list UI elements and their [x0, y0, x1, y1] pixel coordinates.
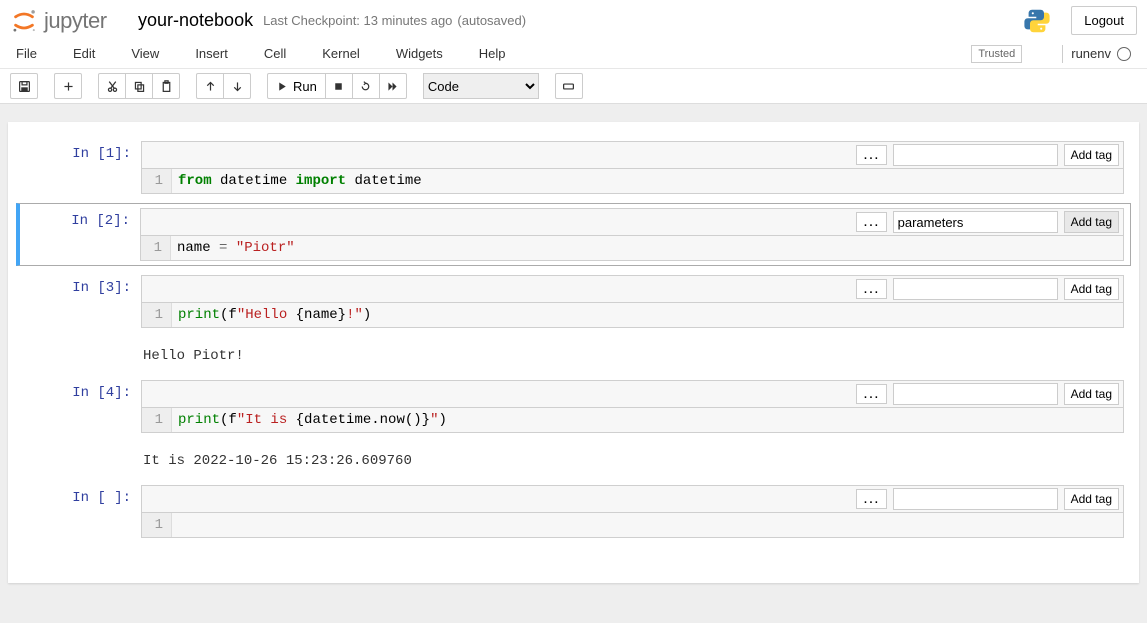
tag-options-button[interactable]: ...: [856, 489, 886, 509]
tag-options-button[interactable]: ...: [856, 212, 886, 232]
tag-input[interactable]: [893, 383, 1058, 405]
kernel-idle-indicator[interactable]: [1117, 47, 1131, 61]
tag-row: ... Add tag: [141, 141, 1124, 169]
menu-cell[interactable]: Cell: [258, 41, 302, 66]
checkpoint-status: Last Checkpoint: 13 minutes ago: [263, 13, 452, 28]
tag-options-button[interactable]: ...: [856, 145, 886, 165]
tag-input[interactable]: [893, 278, 1058, 300]
header: jupyter your-notebook Last Checkpoint: 1…: [0, 0, 1147, 39]
add-tag-button[interactable]: Add tag: [1064, 488, 1119, 510]
tag-options-button[interactable]: ...: [856, 279, 886, 299]
tag-row: ... Add tag: [141, 275, 1124, 303]
notebook-name[interactable]: your-notebook: [138, 10, 253, 31]
jupyter-logo[interactable]: jupyter: [10, 7, 130, 35]
kernel-name[interactable]: runenv: [1071, 46, 1111, 61]
toolbar: Run CodeMarkdownRaw NBConvertHeading: [0, 69, 1147, 104]
line-gutter: 1: [142, 513, 172, 537]
add-tag-button[interactable]: Add tag: [1064, 144, 1119, 166]
logout-button[interactable]: Logout: [1071, 6, 1137, 35]
output-area: Hello Piotr!: [16, 337, 1131, 371]
tag-input[interactable]: [893, 144, 1058, 166]
menu-widgets[interactable]: Widgets: [390, 41, 459, 66]
notebook-container: In [1]:...Add tag1from datetime import d…: [0, 104, 1147, 623]
menu-help[interactable]: Help: [473, 41, 522, 66]
notebook: In [1]:...Add tag1from datetime import d…: [8, 122, 1139, 583]
input-prompt: In [ ]:: [21, 485, 141, 538]
input-prompt: In [3]:: [21, 275, 141, 328]
line-gutter: 1: [141, 236, 171, 260]
input-prompt: In [4]:: [21, 380, 141, 433]
input-prompt: In [2]:: [20, 208, 140, 261]
save-button[interactable]: [10, 73, 38, 99]
menu-view[interactable]: View: [125, 41, 175, 66]
restart-button[interactable]: [352, 73, 380, 99]
menu-insert[interactable]: Insert: [189, 41, 244, 66]
cut-button[interactable]: [98, 73, 126, 99]
line-gutter: 1: [142, 408, 172, 432]
menubar: FileEditViewInsertCellKernelWidgetsHelp …: [0, 39, 1147, 69]
input-prompt: In [1]:: [21, 141, 141, 194]
tag-row: ... Add tag: [141, 485, 1124, 513]
move-down-button[interactable]: [223, 73, 251, 99]
interrupt-button[interactable]: [325, 73, 353, 99]
code-line[interactable]: print(f"Hello {name}!"): [172, 303, 1123, 327]
line-gutter: 1: [142, 169, 172, 193]
tag-input[interactable]: [893, 211, 1058, 233]
autosaved-status: (autosaved): [457, 13, 526, 28]
code-cell[interactable]: In [3]:... Add tag 1print(f"Hello {name}!"…: [16, 270, 1131, 333]
menu-edit[interactable]: Edit: [67, 41, 111, 66]
code-cell[interactable]: In [ ]:... Add tag 1: [16, 480, 1131, 543]
code-line[interactable]: name = "Piotr": [171, 236, 1123, 260]
output-text: Hello Piotr!: [141, 342, 1124, 366]
code-cell[interactable]: In [2]:... Add tag 1name = "Piotr": [16, 203, 1131, 266]
output-area: It is 2022-10-26 15:23:26.609760: [16, 442, 1131, 476]
add-tag-button[interactable]: Add tag: [1064, 383, 1119, 405]
code-input[interactable]: 1name = "Piotr": [140, 236, 1124, 261]
python-logo-icon: [1023, 7, 1051, 35]
add-tag-button[interactable]: Add tag: [1064, 278, 1119, 300]
tag-row: ... Add tag: [140, 208, 1124, 236]
move-up-button[interactable]: [196, 73, 224, 99]
tag-input[interactable]: [893, 488, 1058, 510]
code-input[interactable]: 1print(f"It is {datetime.now()}"): [141, 408, 1124, 433]
add-tag-button[interactable]: Add tag: [1064, 211, 1119, 233]
code-line[interactable]: from datetime import datetime: [172, 169, 1123, 193]
cell-type-select[interactable]: CodeMarkdownRaw NBConvertHeading: [423, 73, 539, 99]
code-line[interactable]: print(f"It is {datetime.now()}"): [172, 408, 1123, 432]
jupyter-logo-icon: [10, 7, 38, 35]
code-cell[interactable]: In [1]:... Add tag 1from datetime import d…: [16, 136, 1131, 199]
line-gutter: 1: [142, 303, 172, 327]
code-input[interactable]: 1print(f"Hello {name}!"): [141, 303, 1124, 328]
tag-options-button[interactable]: ...: [856, 384, 886, 404]
menu-kernel[interactable]: Kernel: [316, 41, 376, 66]
paste-button[interactable]: [152, 73, 180, 99]
output-text: It is 2022-10-26 15:23:26.609760: [141, 447, 1124, 471]
code-cell[interactable]: In [4]:... Add tag 1print(f"It is {datetim…: [16, 375, 1131, 438]
trusted-indicator[interactable]: Trusted: [971, 45, 1022, 63]
kernel-separator: [1062, 45, 1063, 63]
code-input[interactable]: 1: [141, 513, 1124, 538]
jupyter-logo-text: jupyter: [44, 8, 107, 34]
restart-run-all-button[interactable]: [379, 73, 407, 99]
tag-row: ... Add tag: [141, 380, 1124, 408]
menu-file[interactable]: File: [10, 41, 53, 66]
run-button[interactable]: Run: [267, 73, 326, 99]
copy-button[interactable]: [125, 73, 153, 99]
command-palette-button[interactable]: [555, 73, 583, 99]
insert-cell-button[interactable]: [54, 73, 82, 99]
code-line[interactable]: [172, 513, 1123, 537]
code-input[interactable]: 1from datetime import datetime: [141, 169, 1124, 194]
